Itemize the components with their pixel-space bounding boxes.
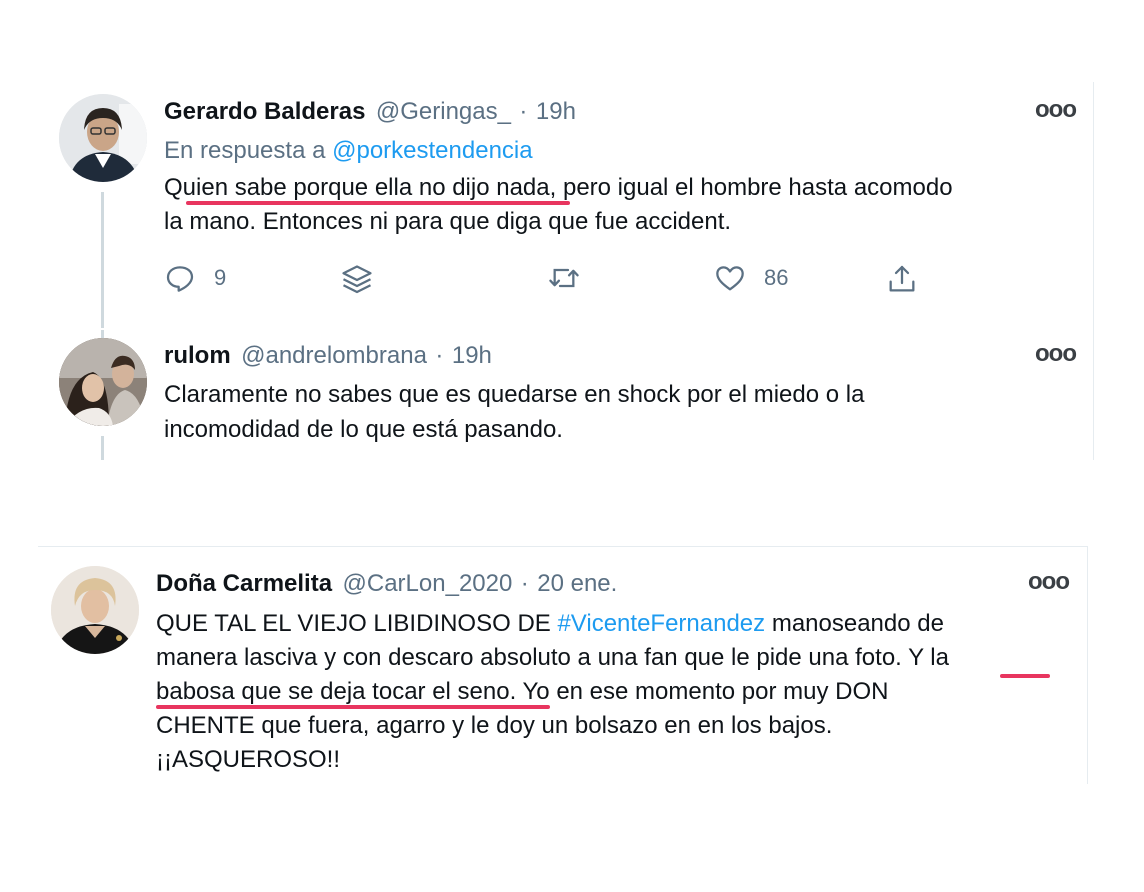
tweet-header: rulom @andrelombrana · 19h [164,342,492,370]
retweet-icon [549,268,579,288]
retweet-button[interactable] [546,262,582,294]
display-name[interactable]: Doña Carmelita [156,570,332,597]
thread-line [101,192,104,328]
user-handle[interactable]: @CarLon_2020 [343,570,513,597]
user-handle[interactable]: @Geringas_ [376,98,511,125]
highlight-underline [186,201,570,205]
like-icon [716,266,744,291]
share-icon [889,265,915,292]
avatar-image [59,94,147,182]
avatar-image [59,338,147,426]
card-right-border [1093,82,1094,460]
card-right-border [1087,546,1088,784]
reply-icon [166,266,194,292]
tweet-text-line: Claramente no sabes que es quedarse en s… [164,381,865,408]
tweet-header: Doña Carmelita @CarLon_2020 · 20 ene. [156,570,617,598]
more-icon[interactable]: ooo [1035,340,1077,368]
thread-line [101,436,104,460]
stack-icon [342,265,372,294]
tweet-text-line: babosa que se deja tocar el seno. Yo en … [156,678,889,705]
tweet-text-line: la mano. Entonces ni para que diga que f… [164,208,732,235]
tweet-text: manoseando de [765,610,944,637]
timestamp[interactable]: 19h [536,98,576,125]
tweet-text-line: QUE TAL EL VIEJO LIBIDINOSO DE #VicenteF… [156,607,944,641]
display-name[interactable]: Gerardo Balderas [164,98,365,125]
hashtag-link[interactable]: #VicenteFernandez [557,610,765,637]
like-button[interactable]: 86 [714,262,788,294]
card-divider [38,546,1088,547]
separator: · [520,570,529,597]
reply-context: En respuesta a @porkestendencia [164,134,533,168]
tweet-text-line: incomodidad de lo que está pasando. [164,416,563,443]
avatar[interactable] [59,94,147,182]
stack-button[interactable] [338,262,376,298]
avatar-image [51,566,139,654]
display-name[interactable]: rulom [164,342,231,369]
reply-button[interactable]: 9 [164,262,226,294]
user-handle[interactable]: @andrelombrana [241,342,427,369]
more-icon[interactable]: ooo [1035,96,1077,124]
tweet-text-line: CHENTE que fuera, agarro y le doy un bol… [156,712,833,739]
tweet-text: QUE TAL EL VIEJO LIBIDINOSO DE [156,610,558,637]
timestamp[interactable]: 19h [452,342,492,369]
tweet-text-line: ¡¡ASQUEROSO!! [156,746,341,773]
separator: · [519,98,528,125]
highlight-underline [156,705,550,709]
thread-line [101,330,104,338]
highlight-underline [1000,674,1050,678]
avatar[interactable] [51,566,139,654]
timestamp[interactable]: 20 ene. [537,570,617,597]
like-count: 86 [764,265,789,290]
tweet-text-line: manera lasciva y con descaro absoluto a … [156,644,949,671]
tweet-text-line: Quien sabe porque ella no dijo nada, per… [164,174,953,201]
reply-to-link[interactable]: @porkestendencia [332,137,532,164]
share-button[interactable] [886,262,918,296]
reply-prefix: En respuesta a [164,137,326,164]
separator: · [435,342,444,369]
avatar[interactable] [59,338,147,426]
more-icon[interactable]: ooo [1028,568,1070,596]
tweet-header: Gerardo Balderas @Geringas_ · 19h [164,98,576,126]
reply-count: 9 [214,265,227,290]
